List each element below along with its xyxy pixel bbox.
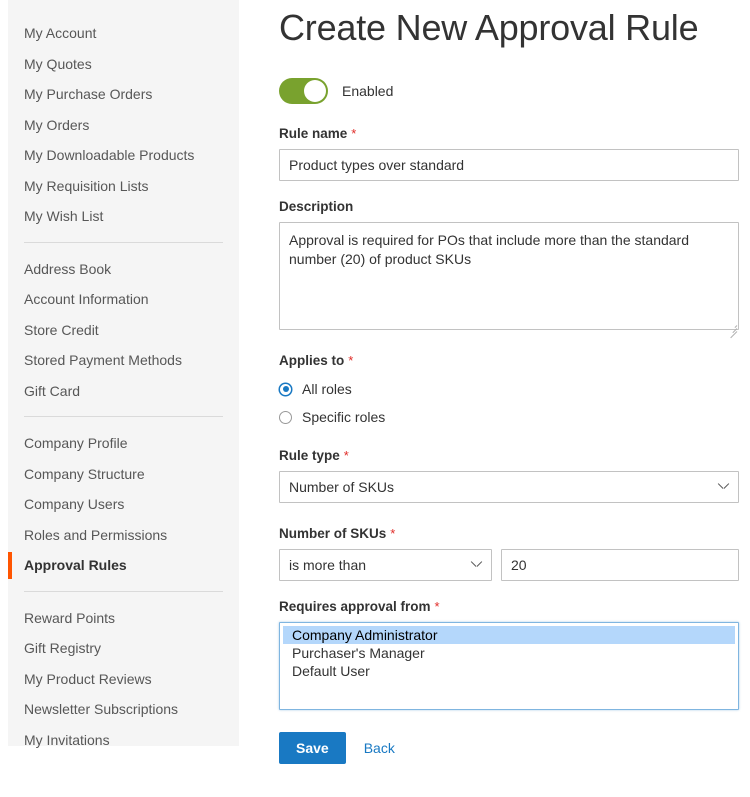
required-asterisk: * <box>351 126 356 141</box>
description-label: Description <box>279 199 739 214</box>
sidebar-item-account-information[interactable]: Account Information <box>8 284 239 315</box>
requires-approval-from-multiselect[interactable]: Company AdministratorPurchaser's Manager… <box>279 622 739 710</box>
sidebar-item-approval-rules[interactable]: Approval Rules <box>8 550 239 581</box>
sidebar-group: Company ProfileCompany StructureCompany … <box>8 428 239 581</box>
enabled-toggle[interactable] <box>279 78 328 104</box>
rule-type-select[interactable]: Number of SKUs <box>279 471 739 503</box>
skus-operator-select[interactable]: is more than <box>279 549 492 581</box>
description-textarea-wrap: Approval is required for POs that includ… <box>279 222 739 335</box>
rule-type-label: Rule type * <box>279 448 739 463</box>
required-asterisk: * <box>348 353 353 368</box>
radio-all-roles-input[interactable] <box>279 383 292 396</box>
sidebar-item-roles-and-permissions[interactable]: Roles and Permissions <box>8 520 239 551</box>
radio-specific-roles-input[interactable] <box>279 411 292 424</box>
sidebar-item-company-users[interactable]: Company Users <box>8 489 239 520</box>
number-of-skus-label-text: Number of SKUs <box>279 526 386 541</box>
sidebar-group: My AccountMy QuotesMy Purchase OrdersMy … <box>8 18 239 232</box>
sidebar-item-gift-registry[interactable]: Gift Registry <box>8 633 239 664</box>
applies-to-label-text: Applies to <box>279 353 344 368</box>
sidebar-group: Address BookAccount InformationStore Cre… <box>8 254 239 407</box>
requires-approval-from-field: Requires approval from * Company Administ… <box>279 599 739 710</box>
sidebar-item-reward-points[interactable]: Reward Points <box>8 603 239 634</box>
sidebar-item-company-profile[interactable]: Company Profile <box>8 428 239 459</box>
rule-type-select-wrap: Number of SKUs <box>279 471 739 503</box>
form-actions: Save Back <box>279 732 739 764</box>
back-link[interactable]: Back <box>364 740 395 756</box>
requires-approval-from-label-text: Requires approval from <box>279 599 431 614</box>
sidebar-item-my-account[interactable]: My Account <box>8 18 239 49</box>
number-of-skus-field: Number of SKUs * is more than <box>279 526 739 581</box>
toggle-knob <box>304 80 326 102</box>
skus-amount-input[interactable] <box>501 549 739 581</box>
sidebar-divider <box>24 242 223 243</box>
approver-option[interactable]: Default User <box>283 662 735 680</box>
radio-specific-roles-label: Specific roles <box>302 409 385 425</box>
sidebar-item-newsletter-subscriptions[interactable]: Newsletter Subscriptions <box>8 694 239 725</box>
sidebar-item-gift-card[interactable]: Gift Card <box>8 376 239 407</box>
sidebar-item-my-orders[interactable]: My Orders <box>8 110 239 141</box>
sidebar-item-company-structure[interactable]: Company Structure <box>8 459 239 490</box>
required-asterisk: * <box>390 526 395 541</box>
approver-option[interactable]: Company Administrator <box>283 626 735 644</box>
save-button[interactable]: Save <box>279 732 346 764</box>
rule-name-label: Rule name * <box>279 126 739 141</box>
sidebar-item-my-product-reviews[interactable]: My Product Reviews <box>8 664 239 695</box>
sidebar-item-store-credit[interactable]: Store Credit <box>8 315 239 346</box>
sidebar-item-my-wish-list[interactable]: My Wish List <box>8 201 239 232</box>
sidebar-divider <box>24 416 223 417</box>
required-asterisk: * <box>435 599 440 614</box>
sidebar-item-stored-payment-methods[interactable]: Stored Payment Methods <box>8 345 239 376</box>
sidebar-item-my-downloadable-products[interactable]: My Downloadable Products <box>8 140 239 171</box>
applies-to-label: Applies to * <box>279 353 739 368</box>
sidebar-item-my-purchase-orders[interactable]: My Purchase Orders <box>8 79 239 110</box>
radio-all-roles[interactable]: All roles <box>279 376 739 402</box>
rule-name-input[interactable] <box>279 149 739 181</box>
sidebar-divider <box>24 591 223 592</box>
rule-type-field: Rule type * Number of SKUs <box>279 448 739 508</box>
description-textarea[interactable]: Approval is required for POs that includ… <box>279 222 739 330</box>
main-content: Create New Approval Rule Enabled Rule na… <box>279 0 739 764</box>
skus-operator-select-wrap: is more than <box>279 549 492 581</box>
sidebar-item-my-invitations[interactable]: My Invitations <box>8 725 239 756</box>
sidebar-group: Reward PointsGift RegistryMy Product Rev… <box>8 603 239 756</box>
rule-type-label-text: Rule type <box>279 448 340 463</box>
enabled-toggle-row: Enabled <box>279 78 739 104</box>
rule-name-label-text: Rule name <box>279 126 347 141</box>
radio-all-roles-label: All roles <box>302 381 352 397</box>
number-of-skus-label: Number of SKUs * <box>279 526 739 541</box>
number-of-skus-row: is more than <box>279 549 739 581</box>
required-asterisk: * <box>344 448 349 463</box>
enabled-toggle-label: Enabled <box>342 83 393 99</box>
description-field: Description Approval is required for POs… <box>279 199 739 335</box>
applies-to-field: Applies to * All roles Specific roles <box>279 353 739 430</box>
page-title: Create New Approval Rule <box>279 0 739 54</box>
approver-option[interactable]: Purchaser's Manager <box>283 644 735 662</box>
account-page: My AccountMy QuotesMy Purchase OrdersMy … <box>0 0 750 797</box>
sidebar-item-address-book[interactable]: Address Book <box>8 254 239 285</box>
rule-name-field: Rule name * <box>279 126 739 181</box>
sidebar-item-my-requisition-lists[interactable]: My Requisition Lists <box>8 171 239 202</box>
sidebar-item-my-quotes[interactable]: My Quotes <box>8 49 239 80</box>
radio-specific-roles[interactable]: Specific roles <box>279 404 739 430</box>
account-sidebar-nav: My AccountMy QuotesMy Purchase OrdersMy … <box>8 0 239 746</box>
requires-approval-from-label: Requires approval from * <box>279 599 739 614</box>
